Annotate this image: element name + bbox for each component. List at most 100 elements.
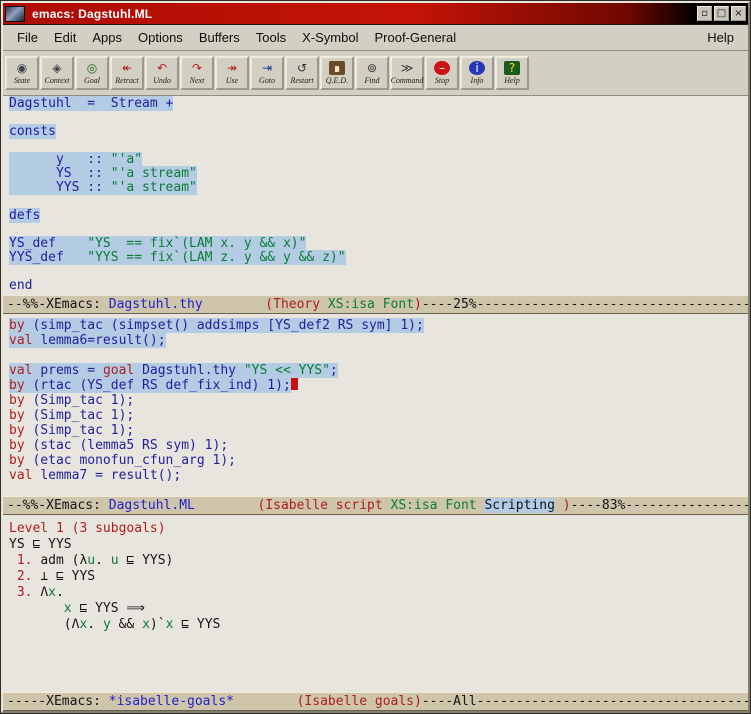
text-segment: (Isabelle script — [257, 498, 390, 513]
window-menu-icon[interactable] — [5, 6, 25, 22]
text-segment: by — [9, 438, 32, 453]
text-segment: val — [9, 333, 40, 348]
toolbar-button-help[interactable]: ?Help — [495, 56, 529, 90]
menu-apps[interactable]: Apps — [84, 27, 130, 48]
toolbar-button-undo[interactable]: ↶Undo — [145, 56, 179, 90]
buffer-line: -----XEmacs: *isabelle-goals* (Isabelle … — [7, 693, 748, 710]
buffer-line — [9, 195, 748, 209]
toolbar-button-restart[interactable]: ↺Restart — [285, 56, 319, 90]
text-segment: ⊑ YYS ⟹ — [72, 601, 145, 616]
text-segment — [195, 498, 258, 513]
toolbar-button-use[interactable]: ↠Use — [215, 56, 249, 90]
menu-proof-general[interactable]: Proof-General — [366, 27, 464, 48]
toolbar-button-next[interactable]: ↷Next — [180, 56, 214, 90]
text-segment: . — [87, 617, 103, 632]
text-segment: --%%-XEmacs: — [7, 297, 109, 312]
toolbar-button-state[interactable]: ◉State — [5, 56, 39, 90]
text-segment: "YS << YYS" — [244, 363, 330, 378]
text-segment: Dagstuhl.thy — [109, 297, 203, 312]
text-segment: YYS :: — [9, 180, 111, 195]
toolbar-button-stop[interactable]: –Stop — [425, 56, 459, 90]
toolbar-button-label: Goto — [259, 76, 275, 85]
menu-x-symbol[interactable]: X-Symbol — [294, 27, 366, 48]
text-segment: ) — [414, 297, 422, 312]
buffer-line: by (simp_tac (simpset() addsimps [YS_def… — [9, 318, 748, 333]
text-segment: (Simp_tac 1); — [32, 408, 134, 423]
text-segment: . — [95, 553, 111, 568]
goto-icon: ⇥ — [259, 61, 275, 75]
text-segment: YS_def — [9, 236, 87, 251]
close-icon[interactable]: × — [731, 6, 746, 21]
menu-help[interactable]: Help — [699, 27, 742, 48]
text-cursor — [291, 378, 298, 390]
menu-tools[interactable]: Tools — [248, 27, 294, 48]
toolbar-button-label: Next — [190, 76, 205, 85]
text-segment: Dagstuhl.thy — [142, 363, 244, 378]
buffer-line: y :: "'a" — [9, 153, 748, 167]
theory-buffer[interactable]: Dagstuhl = Stream + consts y :: "'a" YS … — [3, 96, 748, 295]
window-title: emacs: Dagstuhl.ML — [32, 7, 152, 21]
toolbar-button-goal[interactable]: ◎Goal — [75, 56, 109, 90]
text-segment — [234, 694, 297, 709]
buffer-line: Dagstuhl = Stream + — [9, 97, 748, 111]
maximize-icon[interactable]: □ — [714, 6, 729, 21]
goal-icon: ◎ — [84, 61, 100, 75]
toolbar-button-label: Info — [471, 76, 484, 85]
buffer-line: by (rtac (YS_def RS def_fix_ind) 1); — [9, 378, 748, 393]
text-segment: u — [111, 553, 119, 568]
text-segment: adm (λ — [40, 553, 87, 568]
text-segment: (Simp_tac 1); — [32, 423, 134, 438]
toolbar-button-command[interactable]: ≫Command — [390, 56, 424, 90]
next-icon: ↷ — [189, 61, 205, 75]
menu-options[interactable]: Options — [130, 27, 191, 48]
buffer-line — [9, 223, 748, 237]
buffer-line — [9, 139, 748, 153]
buffer-line: (Λx. y && x)`x ⊑ YYS — [9, 617, 748, 633]
toolbar-button-context[interactable]: ◈Context — [40, 56, 74, 90]
toolbar-button-q-e-d[interactable]: ∎Q.E.D. — [320, 56, 354, 90]
text-segment: YYS_def — [9, 250, 87, 265]
buffer-line — [9, 265, 748, 279]
buffer-line: by (Simp_tac 1); — [9, 408, 748, 423]
menu-file[interactable]: File — [9, 27, 46, 48]
text-segment: Λ — [40, 585, 48, 600]
text-segment: *isabelle-goals* — [109, 694, 234, 709]
text-segment: "YYS == fix`(LAM z. y && y && z)" — [87, 250, 345, 265]
text-segment: XS:isa Font — [328, 297, 414, 312]
help-icon: ? — [504, 61, 520, 75]
toolbar: ◉State◈Context◎Goal↞Retract↶Undo↷Next↠Us… — [3, 51, 748, 96]
retract-icon: ↞ — [119, 61, 135, 75]
undo-icon: ↶ — [154, 61, 170, 75]
modeline-goals: -----XEmacs: *isabelle-goals* (Isabelle … — [3, 692, 748, 711]
buffer-line: --%%-XEmacs: Dagstuhl.thy (Theory XS:isa… — [7, 296, 748, 313]
toolbar-button-label: Find — [364, 76, 379, 85]
menu-buffers[interactable]: Buffers — [191, 27, 248, 48]
toolbar-button-retract[interactable]: ↞Retract — [110, 56, 144, 90]
text-segment: ; — [330, 363, 338, 378]
buffer-line: val lemma7 = result(); — [9, 468, 748, 483]
buffer-line: defs — [9, 209, 748, 223]
text-segment: by — [9, 408, 32, 423]
text-segment: (rtac (YS_def RS def_fix_ind) 1); — [32, 378, 290, 393]
use-icon: ↠ — [224, 61, 240, 75]
toolbar-button-label: Goal — [84, 76, 100, 85]
title-bar[interactable]: emacs: Dagstuhl.ML ▫ □ × — [3, 3, 748, 25]
text-segment: ) — [563, 498, 571, 513]
text-segment — [9, 601, 64, 616]
buffer-line — [9, 111, 748, 125]
minimize-icon[interactable]: ▫ — [697, 6, 712, 21]
toolbar-button-goto[interactable]: ⇥Goto — [250, 56, 284, 90]
text-segment: ----83%---------------------------------… — [571, 498, 748, 513]
text-segment: --%%-XEmacs: — [7, 498, 109, 513]
script-buffer[interactable]: by (simp_tac (simpset() addsimps [YS_def… — [3, 314, 748, 496]
toolbar-button-find[interactable]: ⊚Find — [355, 56, 389, 90]
goals-buffer[interactable]: Level 1 (3 subgoals)YS ⊑ YYS 1. adm (λu.… — [3, 515, 748, 692]
text-segment: (Isabelle goals) — [297, 694, 422, 709]
text-segment: 2. — [9, 569, 40, 584]
modeline-theory: --%%-XEmacs: Dagstuhl.thy (Theory XS:isa… — [3, 295, 748, 314]
text-segment: (Theory — [265, 297, 328, 312]
toolbar-button-info[interactable]: iInfo — [460, 56, 494, 90]
menu-edit[interactable]: Edit — [46, 27, 84, 48]
text-segment: u — [87, 553, 95, 568]
state-icon: ◉ — [14, 61, 30, 75]
